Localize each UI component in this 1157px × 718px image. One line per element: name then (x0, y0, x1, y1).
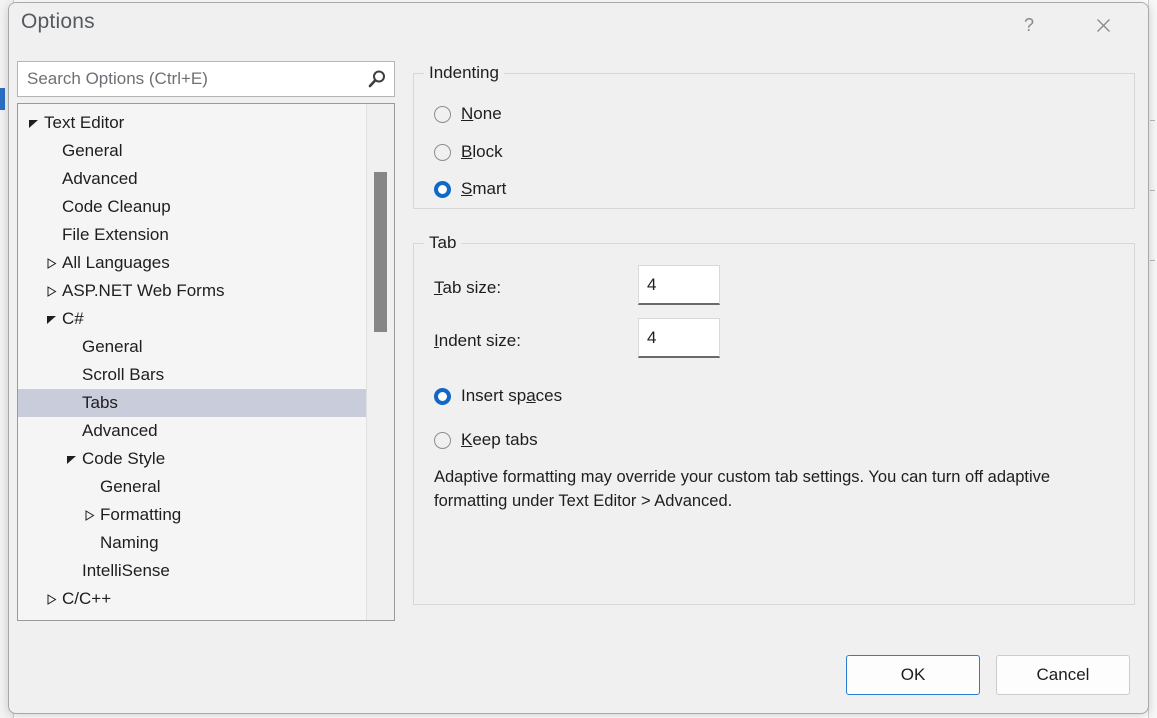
help-button[interactable]: ? (1006, 3, 1052, 47)
tree-spacer (44, 165, 58, 193)
question-mark-icon: ? (1024, 15, 1034, 36)
tree-item-label: All Languages (18, 253, 170, 273)
radio-mark-smart (434, 181, 451, 198)
tree-item-label: C/C++ (18, 589, 111, 609)
radio-indenting-none[interactable]: None (434, 102, 502, 126)
title-bar: Options ? (9, 3, 1148, 47)
radio-keep-tabs[interactable]: Keep tabs (434, 428, 538, 452)
radio-mark-insert-spaces (434, 388, 451, 405)
adaptive-formatting-note: Adaptive formatting may override your cu… (434, 466, 1094, 514)
chevron-right-icon[interactable] (44, 585, 58, 613)
tree-item-label: Formatting (18, 505, 181, 525)
tree-spacer (64, 417, 78, 445)
tab-size-label: Tab size: (434, 278, 501, 298)
tab-size-input[interactable] (638, 265, 720, 305)
tab-group-title: Tab (424, 233, 461, 253)
background-tick (1150, 120, 1155, 121)
tree-item-file-extension[interactable]: File Extension (18, 221, 366, 249)
tree-spacer (64, 361, 78, 389)
chevron-right-icon[interactable] (44, 249, 58, 277)
radio-mark-keep-tabs (434, 432, 451, 449)
tree-item-asp-net-web-forms[interactable]: ASP.NET Web Forms (18, 277, 366, 305)
tree-item-general[interactable]: General (18, 333, 366, 361)
options-tree-panel: Text Editor General Advanced Code Cleanup Fi… (17, 103, 395, 621)
radio-mark-none (434, 106, 451, 123)
tree-item-tabs[interactable]: Tabs (18, 389, 366, 417)
tree-item-label: General (18, 141, 122, 161)
search-box (17, 61, 395, 97)
tree-item-label: Code Style (18, 449, 165, 469)
radio-label-keep-tabs: Keep tabs (461, 430, 538, 450)
tree-item-text-editor[interactable]: Text Editor (18, 109, 366, 137)
radio-mark-block (434, 144, 451, 161)
background-right-strip (1148, 0, 1157, 718)
tree-item-scroll-bars[interactable]: Scroll Bars (18, 361, 366, 389)
radio-label-smart: Smart (461, 179, 506, 199)
radio-label-none: None (461, 104, 502, 124)
tree-item-label: File Extension (18, 225, 169, 245)
options-tree: Text Editor General Advanced Code Cleanup Fi… (18, 104, 366, 620)
radio-label-insert-spaces: Insert spaces (461, 386, 562, 406)
tree-item-c[interactable]: C# (18, 305, 366, 333)
options-dialog: Options ? Text Editor General Advanced Code… (8, 2, 1149, 714)
close-icon (1096, 18, 1111, 33)
page-title: Options (21, 10, 95, 34)
indent-size-input[interactable] (638, 318, 720, 358)
tree-scrollbar[interactable] (366, 104, 394, 620)
tree-spacer (44, 193, 58, 221)
ok-button[interactable]: OK (846, 655, 980, 695)
tree-item-general[interactable]: General (18, 137, 366, 165)
chevron-down-icon[interactable] (26, 109, 40, 137)
background-accent-bar (0, 88, 5, 110)
background-tick (1150, 260, 1155, 261)
tree-item-label: Advanced (18, 421, 158, 441)
tab-group: Tab Tab size: Indent size: Insert spaces… (413, 243, 1135, 605)
tree-spacer (64, 557, 78, 585)
radio-insert-spaces[interactable]: Insert spaces (434, 384, 562, 408)
tree-scrollbar-thumb[interactable] (374, 172, 387, 332)
chevron-down-icon[interactable] (44, 305, 58, 333)
tree-item-all-languages[interactable]: All Languages (18, 249, 366, 277)
dialog-footer: OK Cancel (846, 655, 1130, 695)
chevron-right-icon[interactable] (44, 277, 58, 305)
indenting-group: Indenting None Block Smart (413, 73, 1135, 209)
tree-item-intellisense[interactable]: IntelliSense (18, 557, 366, 585)
cancel-button[interactable]: Cancel (996, 655, 1130, 695)
tree-spacer (64, 389, 78, 417)
tree-spacer (82, 529, 96, 557)
tree-item-c-c[interactable]: C/C++ (18, 585, 366, 613)
radio-indenting-smart[interactable]: Smart (434, 177, 506, 201)
tree-item-label: General (18, 337, 142, 357)
chevron-right-icon[interactable] (82, 501, 96, 529)
tree-spacer (44, 221, 58, 249)
indent-size-label: Indent size: (434, 331, 521, 351)
tree-spacer (64, 333, 78, 361)
tree-item-label: Code Cleanup (18, 197, 171, 217)
search-input[interactable] (17, 61, 395, 97)
tree-item-naming[interactable]: Naming (18, 529, 366, 557)
tree-item-advanced[interactable]: Advanced (18, 165, 366, 193)
background-tick (1150, 190, 1155, 191)
chevron-down-icon[interactable] (64, 445, 78, 473)
tree-item-label: Advanced (18, 169, 138, 189)
close-button[interactable] (1080, 3, 1126, 47)
tree-item-label: Scroll Bars (18, 365, 164, 385)
tree-item-label: IntelliSense (18, 561, 170, 581)
settings-content-pane: Indenting None Block Smart Tab Tab size:… (413, 59, 1135, 619)
tree-item-code-style[interactable]: Code Style (18, 445, 366, 473)
radio-label-block: Block (461, 142, 503, 162)
tree-item-formatting[interactable]: Formatting (18, 501, 366, 529)
tree-item-general[interactable]: General (18, 473, 366, 501)
tree-item-advanced[interactable]: Advanced (18, 417, 366, 445)
tree-item-code-cleanup[interactable]: Code Cleanup (18, 193, 366, 221)
radio-indenting-block[interactable]: Block (434, 140, 503, 164)
tree-spacer (82, 473, 96, 501)
tree-spacer (44, 137, 58, 165)
indenting-group-title: Indenting (424, 63, 504, 83)
